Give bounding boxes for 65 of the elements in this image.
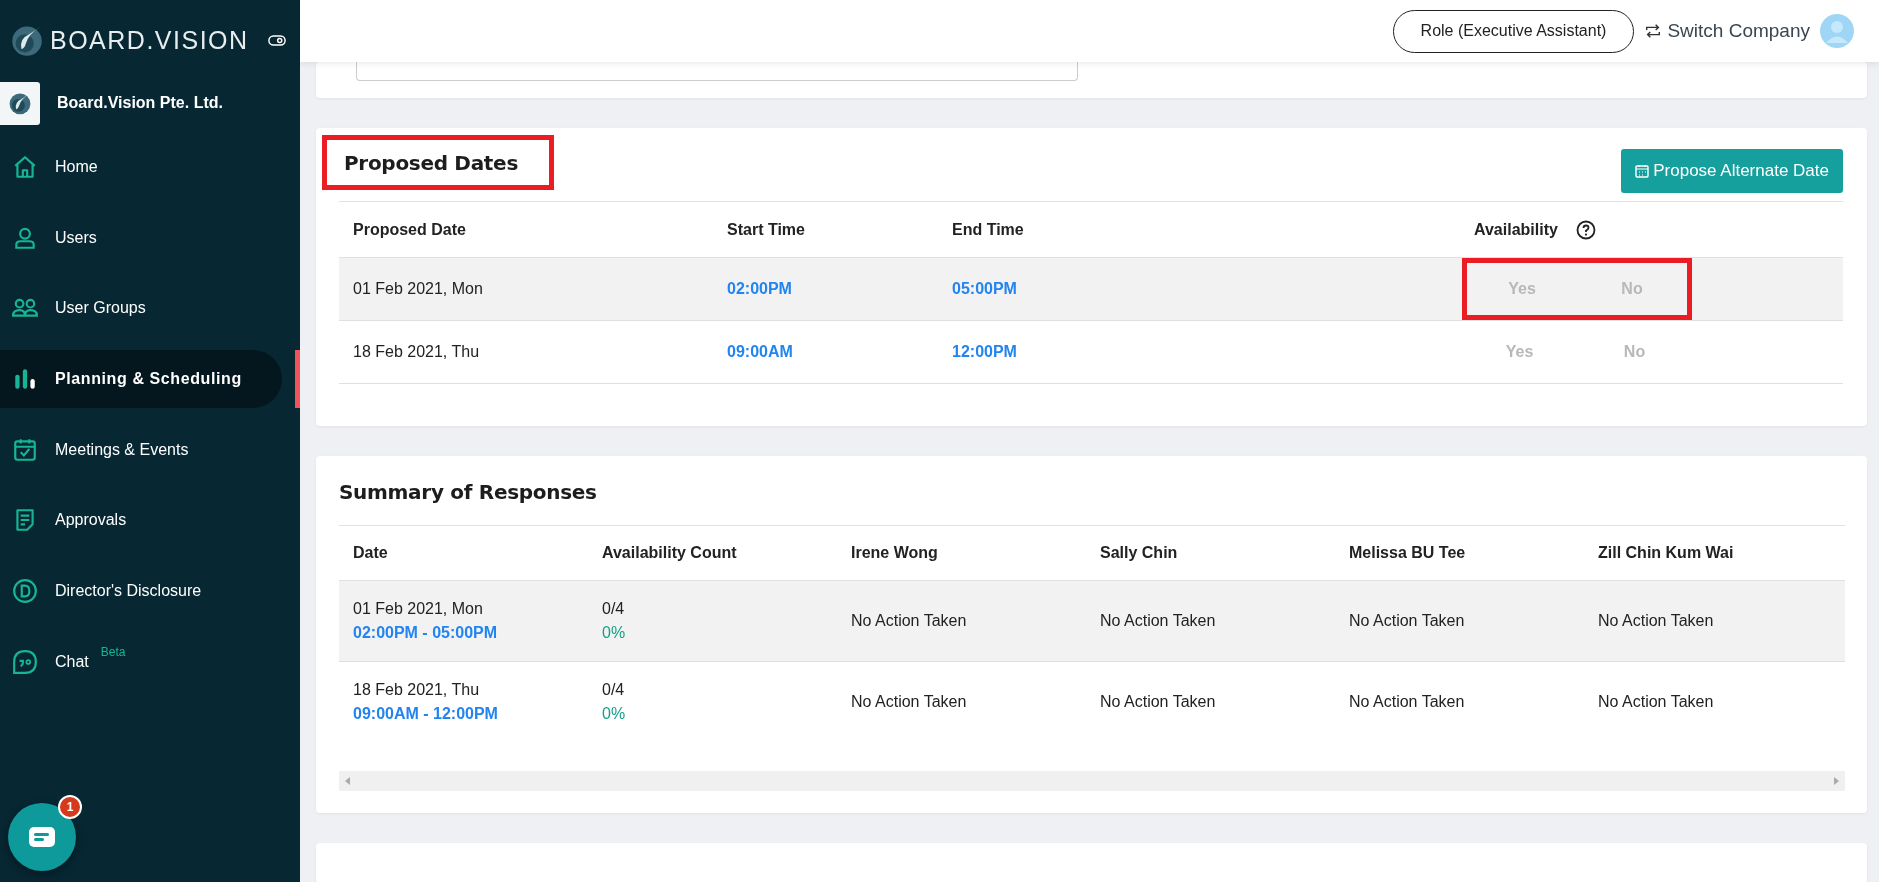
nav-item[interactable]: Users [0,208,283,267]
table-cell: No Action Taken [1100,612,1216,629]
column-header: Sally Chin [1099,544,1179,562]
home-icon [12,154,38,180]
nav-item[interactable]: Approvals [0,491,283,550]
table-cell: No Action Taken [1349,693,1465,710]
toggle-icon[interactable] [268,34,286,46]
scroll-right-icon[interactable] [1833,777,1839,785]
time-text: 05:00PM [951,280,1018,298]
message-icon [29,827,55,847]
nav-item[interactable]: Planning & Scheduling [0,350,282,409]
company-name: Board.Vision Pte. Ltd. [57,94,223,112]
table-cell-text: 01 Feb 2021, Mon [352,280,484,298]
letter-d-icon [12,578,38,605]
brand-name: BOARD.VISION [50,25,250,55]
calendar-icon [1635,164,1650,178]
company-logo [0,81,40,125]
table-cell-text: 01 Feb 2021, Mon [353,600,484,618]
chat-icon [12,648,38,675]
switch-company-button[interactable]: Switch Company [1638,20,1816,42]
swap-arrows-icon [1644,22,1663,40]
table-cell: No Action Taken [1100,693,1216,710]
time-text: 02:00PM [726,280,793,298]
horizontal-scrollbar[interactable] [339,771,1845,791]
percentage-text: 0% [602,624,627,642]
table-cell: No Action Taken [1598,693,1714,710]
percentage-text: 0% [602,705,627,723]
nav-item[interactable]: Chat $^{Beta}$ [0,632,283,691]
time-text: 09:00AM - 12:00PM [353,705,499,723]
logo-icon [10,23,44,57]
nav-item[interactable]: Director's Disclosure [0,562,283,621]
avatar-icon[interactable] [1820,14,1854,48]
active-indicator [295,350,300,409]
column-header: Availability Count [601,544,738,562]
column-header: Zill Chin Kum Wai [1597,544,1735,562]
section-title: Summary of Responses [339,456,1845,526]
time-text: 12:00PM [951,343,1018,361]
table-cell-text: 18 Feb 2021, Thu [353,681,481,699]
section-title: Proposed Dates [344,150,518,175]
help-icon[interactable] [1575,219,1596,240]
time-text: 09:00AM [726,343,794,361]
notification-badge: 1 [58,795,82,819]
column-header: Availability [1474,220,1558,239]
time-text: 02:00PM - 05:00PM [353,624,499,642]
table-cell: No Action Taken [1598,612,1714,629]
column-header: Date [352,544,389,562]
table-cell-text: 0/4 [602,600,626,618]
column-header: End Time [951,220,1025,239]
table-cell-text: 18 Feb 2021, Thu [352,343,481,361]
scroll-left-icon[interactable] [345,777,351,785]
column-header: Start Time [726,220,806,239]
input-field[interactable] [356,62,1078,81]
table-cell: No Action Taken [851,612,967,629]
column-header: Irene Wong [850,544,939,562]
table-cell: No Action Taken [1349,612,1465,629]
role-button[interactable]: Role (Executive Assistant) [1392,9,1635,53]
column-header: Melissa BU Tee [1348,544,1467,562]
nav-item[interactable]: User Groups [0,279,283,338]
nav-item[interactable]: Meetings & Events [0,420,283,479]
column-header: Proposed Date [352,220,467,239]
table-cell-text: 0/4 [602,681,626,699]
calendar-check-icon [12,436,38,463]
table-cell: No Action Taken [851,693,967,710]
beta-label: Beta [100,644,126,659]
nav-item[interactable]: Home [0,138,283,196]
